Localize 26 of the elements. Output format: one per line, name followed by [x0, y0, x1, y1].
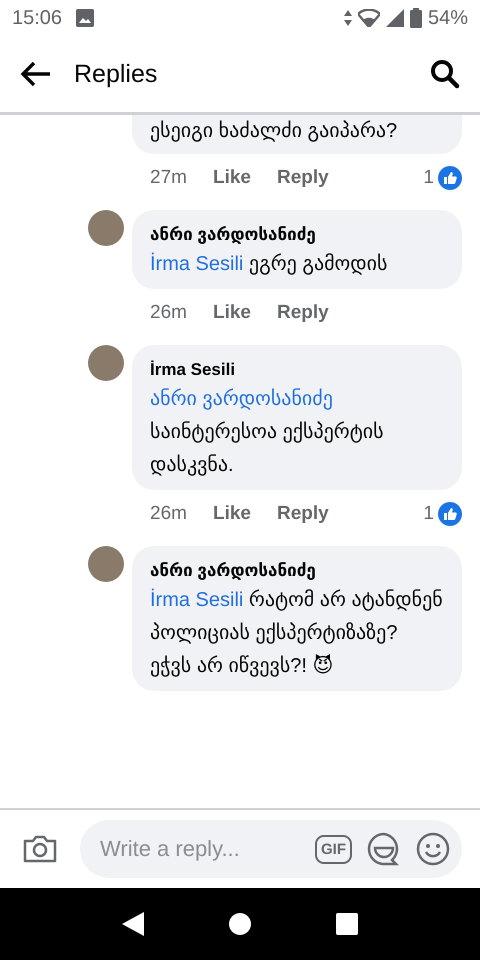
reply-button[interactable]: Reply	[277, 503, 329, 525]
reply-button[interactable]: Reply	[277, 302, 329, 324]
like-button[interactable]: Like	[212, 503, 251, 525]
comment-text: İrma Sesili ეგრე გამოდის	[150, 252, 388, 277]
mention-link[interactable]: İrma Sesili	[150, 589, 244, 611]
reply-button[interactable]: Reply	[277, 167, 329, 189]
reaction-count: 1	[423, 503, 434, 525]
reply-field[interactable]: Write a reply... GIF	[80, 820, 462, 878]
like-button[interactable]: Like	[212, 167, 251, 189]
comment-time: 27m	[150, 167, 187, 189]
mention-link[interactable]: ანრი ვარდოსანიძე	[150, 388, 333, 410]
comment-time: 26m	[150, 503, 187, 525]
reaction-count: 1	[423, 167, 434, 189]
gif-button[interactable]: GIF	[315, 834, 352, 864]
status-time: 15:06	[12, 6, 62, 30]
battery-level: 54%	[428, 6, 468, 30]
comment-text: ანრი ვარდოსანიძე საინტერესოა ექსპერტის დასკვნა.	[150, 387, 385, 478]
mention-link[interactable]: İrma Sesili	[150, 253, 244, 275]
page-title: Replies	[74, 60, 158, 88]
comment-text: İrma Sesili რატომ არ ატანდნენ პოლიციას ექსპერტიზაზე? ეჭვს არ იწვევს?! 😈	[150, 588, 444, 679]
comment-author: ანრი ვარდოსანიძე	[150, 224, 317, 246]
comment-time: 26m	[150, 302, 187, 324]
like-button[interactable]: Like	[212, 302, 251, 324]
comment-author: ანრი ვარდოსანიძე	[150, 560, 317, 582]
comment-text: ესეიგი ხაძალძი გაიპარა?	[150, 119, 398, 144]
comment-author: İrma Sesili	[150, 359, 236, 381]
